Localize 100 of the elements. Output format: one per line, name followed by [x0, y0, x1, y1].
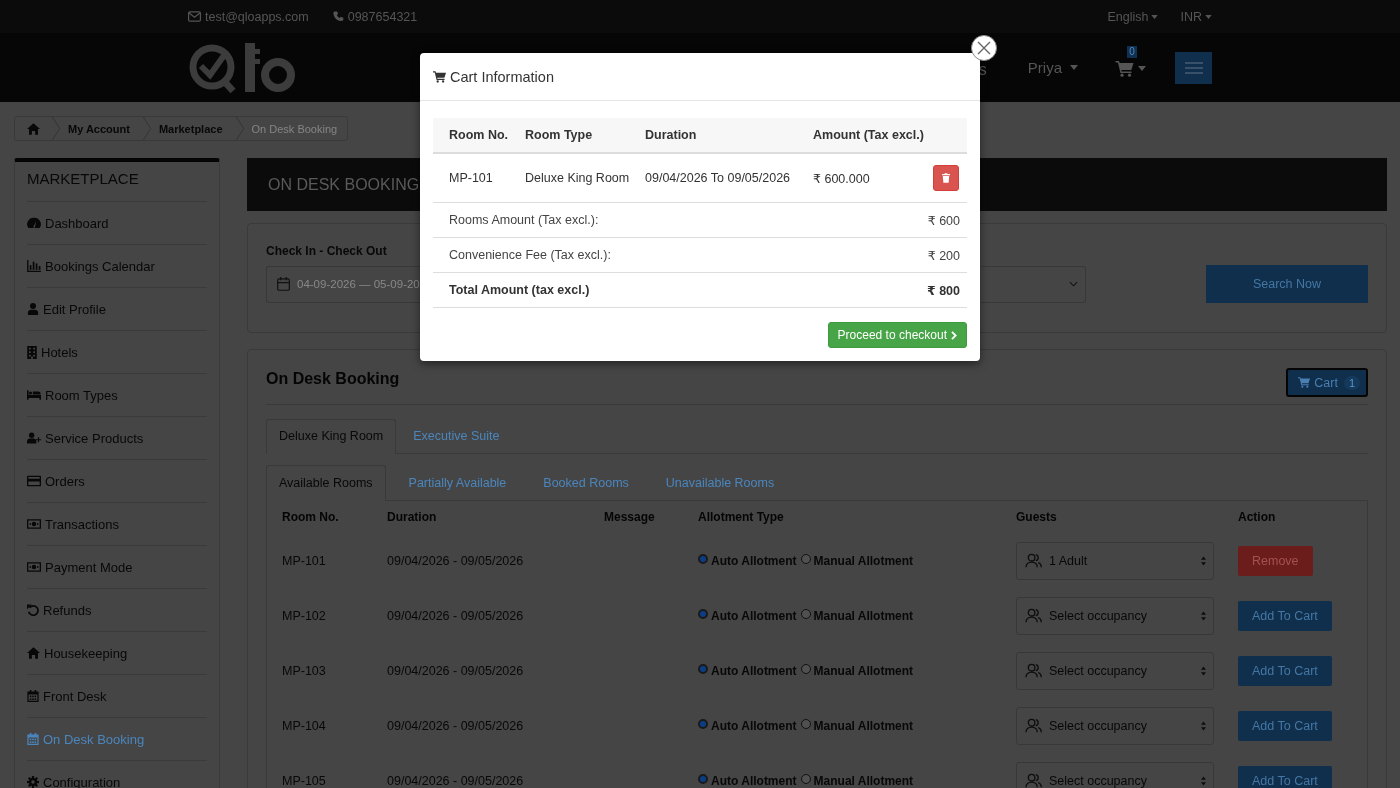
people-icon: [1025, 663, 1042, 678]
building-icon: [27, 345, 37, 359]
radio-label[interactable]: Manual Allotment: [813, 553, 914, 568]
column-header: Message: [604, 510, 656, 524]
sidebar-title: MARKETPLACE: [27, 169, 140, 189]
room-type-tab[interactable]: Executive Suite: [398, 419, 515, 453]
contact-email: test@qloapps.com: [205, 9, 309, 24]
search-button[interactable]: Search Now: [1206, 265, 1368, 303]
radio-button[interactable]: [800, 608, 811, 619]
sidebar-item[interactable]: Orders: [27, 459, 207, 502]
close-icon: [977, 41, 991, 55]
radio-label[interactable]: Manual Allotment: [813, 663, 914, 678]
radio-label[interactable]: Manual Allotment: [813, 718, 914, 733]
calendar-icon: [27, 690, 39, 702]
breadcrumb-link[interactable]: My Account: [61, 122, 142, 135]
home-icon: [27, 647, 40, 659]
currency-dropdown[interactable]: INR: [1180, 9, 1212, 24]
room-status-tab[interactable]: Available Rooms: [266, 465, 386, 501]
radio-button[interactable]: [800, 773, 811, 784]
radio-label[interactable]: Auto Allotment: [711, 553, 797, 568]
radio-button[interactable]: [800, 663, 811, 674]
guests-select[interactable]: Select occupancy: [1016, 761, 1214, 788]
add-to-cart-button[interactable]: Add To Cart: [1238, 765, 1332, 788]
radio-button[interactable]: [698, 663, 708, 674]
guests-select[interactable]: Select occupancy: [1016, 651, 1214, 690]
sidebar-item[interactable]: Service Products: [27, 416, 207, 459]
summary-value: ₹ 200: [927, 247, 960, 263]
logo[interactable]: [188, 41, 295, 94]
table-cell-text: 09/04/2026 To 09/05/2026: [645, 171, 792, 185]
delete-button[interactable]: [933, 165, 959, 191]
user-icon: [27, 303, 39, 315]
room-status-tab[interactable]: Booked Rooms: [525, 465, 648, 500]
cart-button[interactable]: [1115, 58, 1146, 77]
sidebar-item[interactable]: Front Desk: [27, 674, 207, 717]
radio-button[interactable]: [698, 773, 708, 784]
chevron-right-icon: [951, 330, 957, 340]
nav-link[interactable]: s: [978, 63, 987, 76]
radio-button[interactable]: [698, 608, 708, 619]
radio-button[interactable]: [698, 553, 708, 564]
room-type-tab[interactable]: Deluxe King Room: [266, 419, 397, 454]
bed-icon: [27, 389, 41, 401]
radio-label[interactable]: Auto Allotment: [711, 718, 797, 733]
banknote-icon: [27, 518, 41, 530]
radio-label[interactable]: Auto Allotment: [711, 773, 797, 788]
select-field[interactable]: [981, 265, 1086, 303]
guests-select[interactable]: Select occupancy: [1016, 706, 1214, 745]
table-cell-text: MP-101: [449, 171, 494, 185]
sidebar-item[interactable]: Payment Mode: [27, 545, 207, 588]
add-to-cart-button[interactable]: Add To Cart: [1238, 710, 1332, 741]
table-cell-text: MP-103: [282, 663, 327, 678]
radio-button[interactable]: [698, 718, 708, 729]
add-to-cart-button[interactable]: Add To Cart: [1238, 655, 1332, 686]
sidebar-item[interactable]: Room Types: [27, 373, 207, 416]
radio-button[interactable]: [800, 718, 811, 729]
radio-button[interactable]: [800, 553, 811, 564]
menu-button[interactable]: [1175, 51, 1212, 84]
language-dropdown[interactable]: English: [1107, 9, 1159, 24]
sidebar-item[interactable]: Edit Profile: [27, 287, 207, 330]
breadcrumb-link[interactable]: Marketplace: [151, 122, 235, 135]
guests-select[interactable]: 1 Adult: [1016, 541, 1214, 580]
sidebar-item[interactable]: On Desk Booking: [27, 717, 207, 760]
summary-value: ₹ 800: [926, 282, 960, 298]
people-icon: [1025, 608, 1042, 623]
calendar-icon: [27, 733, 39, 745]
cart-icon: [433, 70, 446, 83]
radio-label[interactable]: Auto Allotment: [711, 608, 797, 623]
contact-phone: 0987654321: [347, 9, 418, 24]
cart-icon: [1115, 60, 1134, 77]
caret-icon: [1151, 14, 1159, 19]
sidebar-item[interactable]: Hotels: [27, 330, 207, 373]
sort-arrows-icon: [1201, 665, 1206, 676]
home-icon[interactable]: [27, 122, 40, 135]
column-header: Room Type: [525, 128, 594, 142]
modal-title: Cart Information: [450, 68, 554, 85]
checkout-button[interactable]: Proceed to checkout: [827, 322, 967, 348]
cart-count-badge: 0: [1127, 45, 1137, 58]
add-to-cart-button[interactable]: Add To Cart: [1238, 600, 1332, 631]
bar-chart-icon: [27, 260, 41, 272]
sidebar-item[interactable]: Housekeeping: [27, 631, 207, 674]
phone-icon: [332, 11, 344, 22]
radio-label[interactable]: Auto Allotment: [711, 663, 797, 678]
table-cell-text: MP-104: [282, 718, 327, 733]
table-cell-text: 09/04/2026 - 09/05/2026: [387, 553, 525, 568]
column-header: Guests: [1016, 510, 1058, 524]
radio-label[interactable]: Manual Allotment: [813, 773, 914, 788]
sidebar-item[interactable]: Refunds: [27, 588, 207, 631]
guests-select[interactable]: Select occupancy: [1016, 596, 1214, 635]
room-status-tab[interactable]: Partially Available: [390, 465, 526, 500]
remove-button[interactable]: Remove: [1238, 545, 1313, 576]
chevron-down-icon: [1069, 281, 1078, 287]
cart-button[interactable]: Cart 1: [1286, 368, 1368, 397]
table-cell-text: 09/04/2026 - 09/05/2026: [387, 608, 525, 623]
sidebar-item[interactable]: Transactions: [27, 502, 207, 545]
user-menu[interactable]: Priya: [1027, 59, 1078, 76]
sidebar-item[interactable]: Dashboard: [27, 201, 207, 244]
radio-label[interactable]: Manual Allotment: [813, 608, 914, 623]
date-range-label: Check In - Check Out: [266, 244, 387, 258]
table-cell-text: ₹ 600.000: [813, 170, 871, 186]
sidebar-item[interactable]: Bookings Calendar: [27, 244, 207, 287]
room-status-tab[interactable]: Unavailable Rooms: [647, 465, 794, 500]
